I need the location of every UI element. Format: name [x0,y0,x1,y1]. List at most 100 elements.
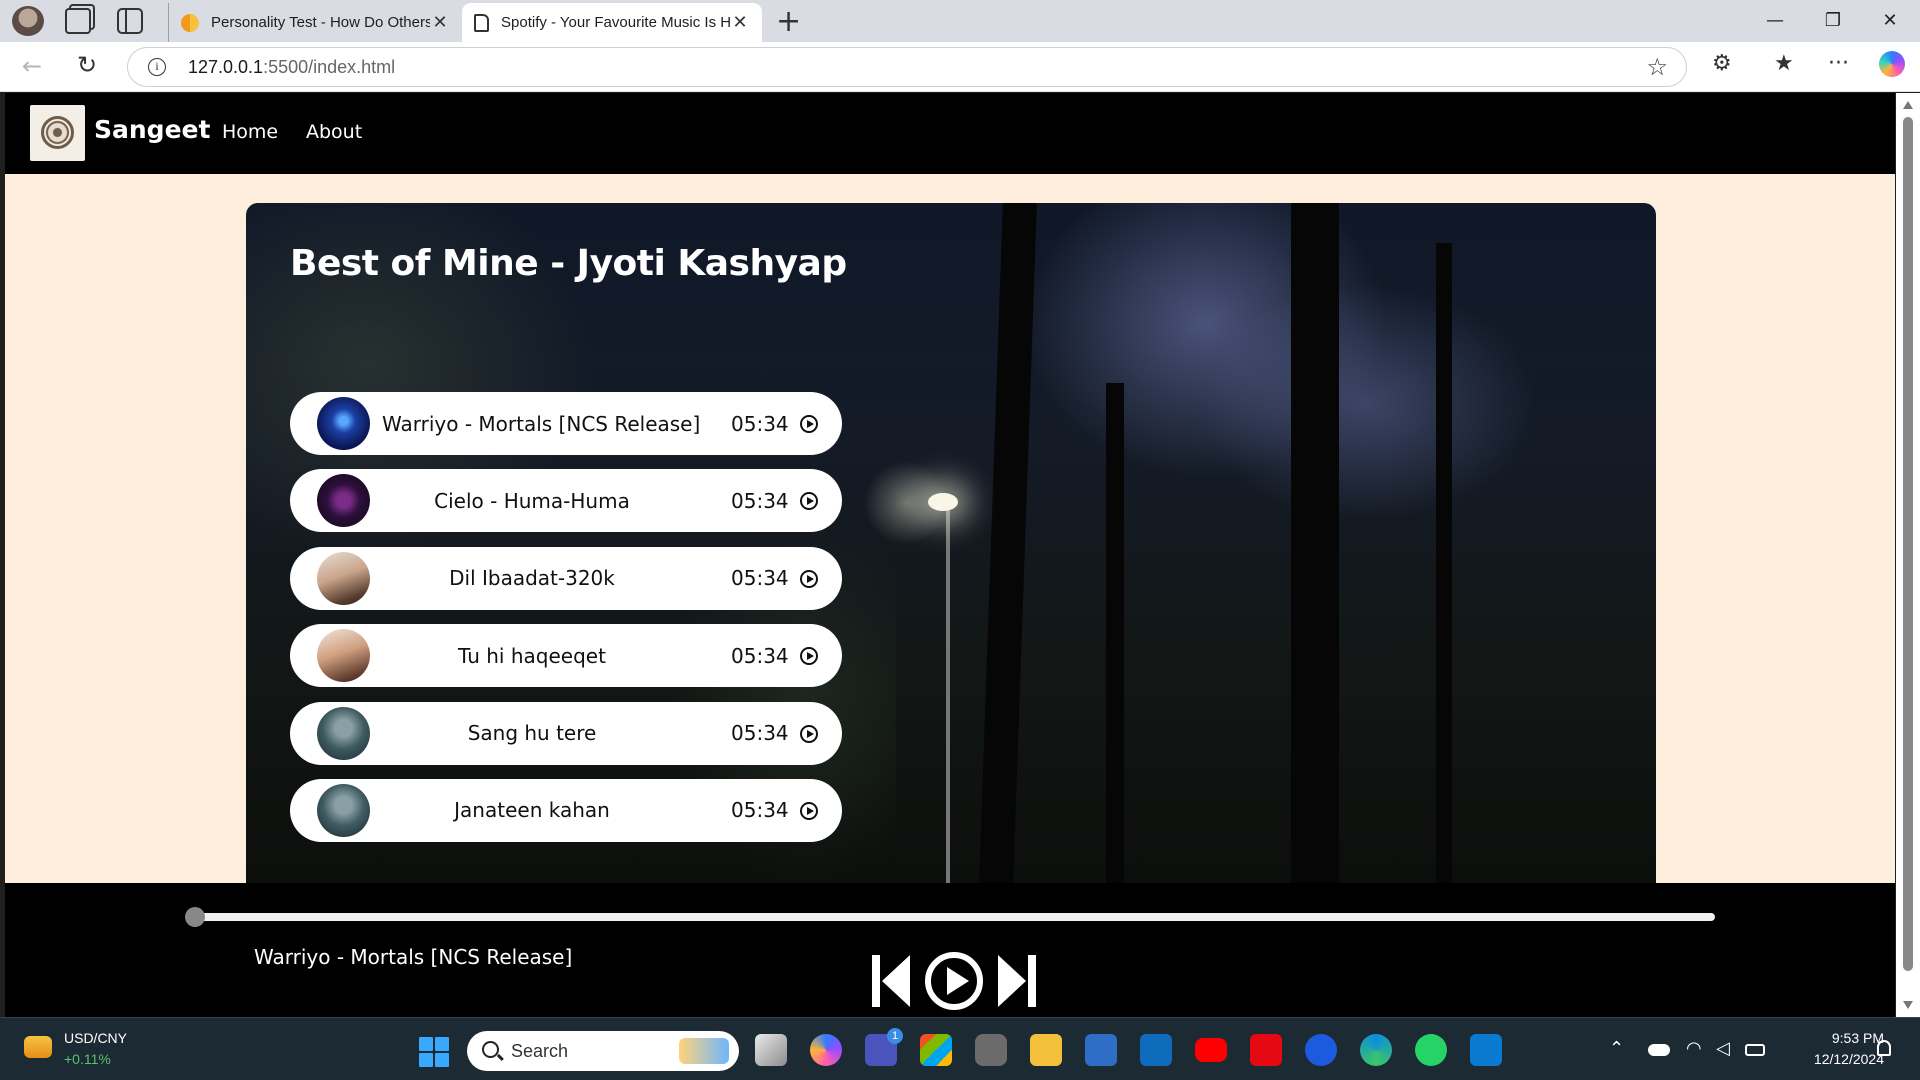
song-cover [317,551,370,605]
profile-avatar[interactable] [12,6,44,36]
scroll-thumb[interactable] [1903,117,1913,971]
song-name: Cielo - Huma-Huma [434,488,630,513]
file-explorer-icon[interactable] [1030,1034,1062,1066]
show-hidden-icons-chevron-icon[interactable]: ⌃ [1609,1038,1624,1059]
scroll-down-arrow-icon[interactable] [1903,1001,1913,1009]
taskbar-clock-date[interactable]: 12/12/2024 [1780,1051,1884,1067]
song-play-icon[interactable] [800,415,818,433]
copilot-taskbar-icon[interactable] [810,1034,842,1066]
teams-icon[interactable]: 1 [865,1028,903,1066]
song-name: Sang hu tere [467,721,597,746]
camera-icon[interactable] [975,1034,1007,1066]
sangeet-logo[interactable] [30,105,85,161]
site-info-icon[interactable]: i [148,58,166,76]
background-tree [979,203,1037,883]
site-navbar: Sangeet Home About [5,93,1895,174]
windows-taskbar: USD/CNY +0.11% Search 1 ⌃ ◠ ◁ 9:53 PM 12… [0,1017,1920,1080]
background-tree [1106,383,1124,883]
netflix-icon[interactable] [1250,1034,1282,1066]
url-path: :5500/index.html [263,57,396,77]
song-item[interactable]: Janateen kahan 05:34 [290,778,842,842]
nav-link-about[interactable]: About [306,121,362,143]
song-item[interactable]: Cielo - Huma-Huma 05:34 [290,469,842,533]
browser-tab-spotify[interactable]: Spotify - Your Favourite Music Is Here ✕ [462,3,762,42]
song-name: Janateen kahan [454,798,610,823]
mail-icon[interactable] [1085,1034,1117,1066]
song-item[interactable]: Sang hu tere 05:34 [290,701,842,765]
widget-currency-change: +0.11% [64,1051,111,1067]
next-track-icon[interactable] [996,953,1038,1009]
song-item[interactable]: Dil Ibaadat-320k 05:34 [290,546,842,610]
task-view-icon[interactable] [755,1034,787,1066]
new-tab-button[interactable]: + [776,4,801,39]
battery-icon[interactable] [1745,1044,1765,1056]
onedrive-icon[interactable] [1648,1044,1670,1056]
song-play-icon[interactable] [800,801,818,820]
windows-start-icon[interactable] [419,1037,449,1067]
edge-browser-icon[interactable] [1360,1034,1392,1066]
player-bar: Warriyo - Mortals [NCS Release] [5,883,1895,1017]
song-name: Warriyo - Mortals [NCS Release] [382,411,701,436]
widget-currency-pair[interactable]: USD/CNY [64,1030,127,1046]
song-duration: 05:34 [731,643,789,668]
notification-bell-icon[interactable] [1877,1040,1891,1056]
outlook-icon[interactable] [1140,1034,1172,1066]
song-duration: 05:34 [731,488,789,513]
favorites-list-icon[interactable]: ★ [1774,51,1794,76]
song-name: Dil Ibaadat-320k [449,566,615,591]
search-highlight-icon [679,1038,729,1064]
vertical-tabs-icon[interactable] [117,8,143,34]
wifi-icon[interactable]: ◠ [1686,1038,1702,1059]
whatsapp-icon[interactable] [1415,1034,1447,1066]
personality-favicon-icon [181,13,199,32]
brand-name[interactable]: Sangeet [94,115,210,144]
taskbar-search-placeholder: Search [511,1041,569,1061]
song-play-icon[interactable] [800,724,818,743]
reload-icon[interactable]: ↻ [77,51,97,79]
page-scrollbar[interactable] [1896,93,1920,1017]
previous-track-icon[interactable] [870,953,912,1009]
favorite-star-icon[interactable]: ☆ [1646,53,1668,81]
song-duration: 05:34 [731,566,789,591]
scroll-up-arrow-icon[interactable] [1903,101,1913,109]
song-cover [317,474,370,528]
tab-close-icon[interactable]: ✕ [430,12,450,33]
window-close-button[interactable]: ✕ [1870,6,1910,36]
page-favicon-icon [474,13,489,32]
back-arrow-icon[interactable]: ← [22,52,42,80]
background-tree [1291,203,1339,883]
tab-title: Spotify - Your Favourite Music Is Here [501,14,730,31]
window-restore-button[interactable]: ❐ [1813,6,1853,36]
teams-notification-badge: 1 [887,1028,903,1044]
more-menu-icon[interactable]: ··· [1828,51,1849,76]
nav-link-home[interactable]: Home [222,121,278,143]
youtube-icon[interactable] [1195,1038,1227,1062]
song-cover [317,629,370,683]
taskbar-clock-time[interactable]: 9:53 PM [1810,1030,1884,1046]
c-app-icon[interactable] [1305,1034,1337,1066]
playlist-container: Best of Mine - Jyoti Kashyap Warriyo - M… [246,203,1656,883]
workspaces-icon[interactable] [65,8,91,34]
address-url[interactable]: 127.0.0.1:5500/index.html [188,57,395,78]
volume-icon[interactable]: ◁ [1716,1038,1730,1059]
copilot-icon[interactable] [1879,51,1905,77]
currency-widget-icon[interactable] [24,1036,52,1058]
url-host: 127.0.0.1 [188,57,264,77]
address-bar[interactable]: i 127.0.0.1:5500/index.html ☆ [127,47,1687,87]
window-minimize-button[interactable]: — [1755,6,1795,36]
vscode-icon[interactable] [1470,1034,1502,1066]
progress-bar[interactable] [185,907,1715,927]
play-pause-icon[interactable] [924,951,984,1011]
browser-tab-personality-test[interactable]: Personality Test - How Do Others See You… [168,3,462,42]
microsoft-store-icon[interactable] [920,1034,952,1066]
taskbar-search-box[interactable]: Search [467,1031,739,1071]
song-cover [317,706,370,760]
song-play-icon[interactable] [800,569,818,588]
song-item[interactable]: Warriyo - Mortals [NCS Release] 05:34 [290,392,842,455]
song-play-icon[interactable] [800,647,818,666]
song-play-icon[interactable] [800,492,818,511]
progress-thumb[interactable] [185,907,205,927]
tab-close-icon[interactable]: ✕ [730,12,750,33]
extensions-icon[interactable]: ⚙ [1712,51,1732,76]
song-item[interactable]: Tu hi haqeeqet 05:34 [290,624,842,688]
